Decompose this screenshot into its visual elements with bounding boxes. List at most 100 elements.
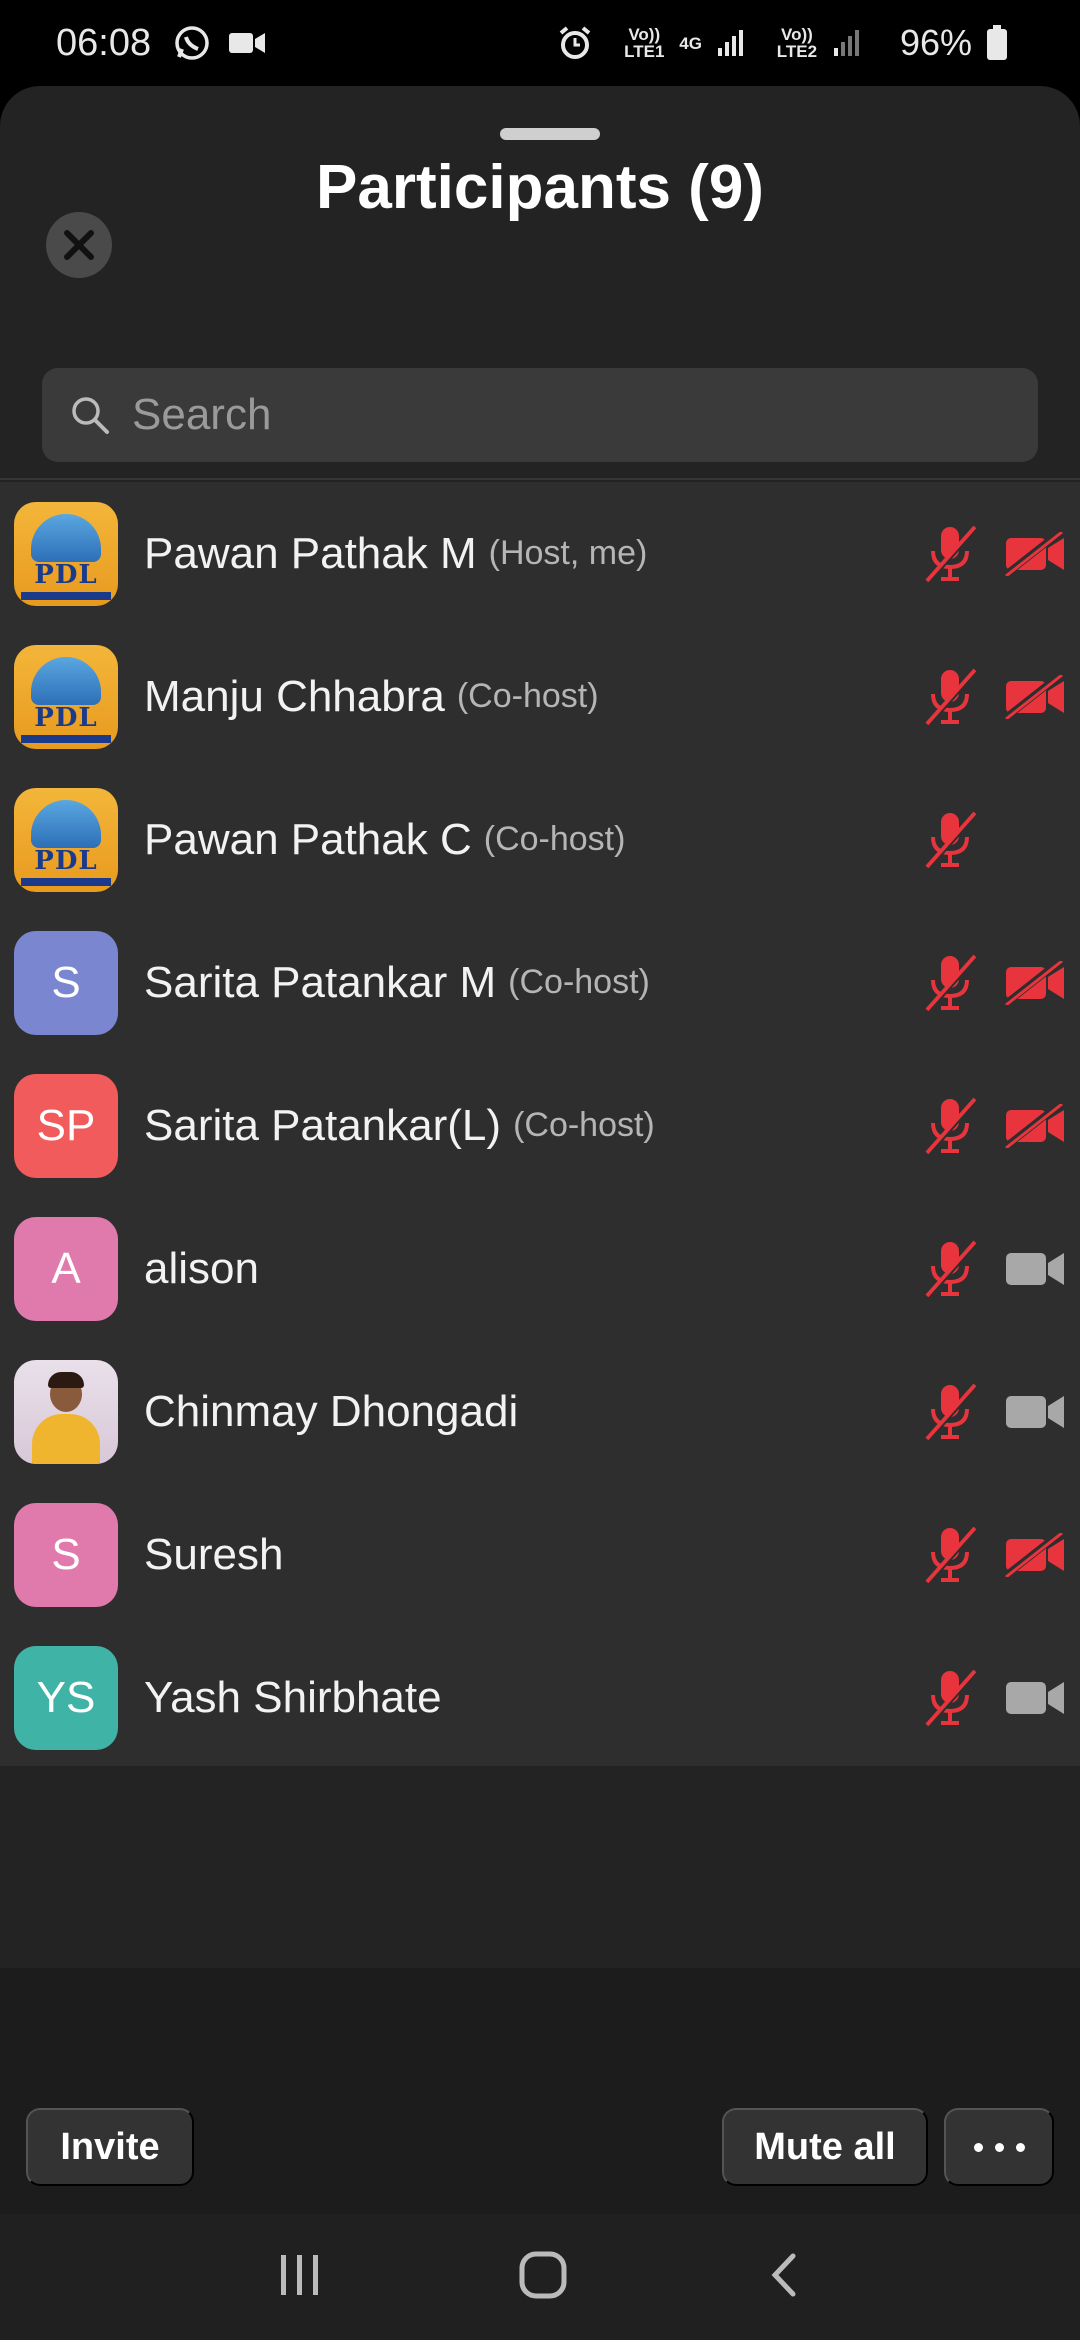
- video-notification-icon: [227, 29, 267, 57]
- participant-name: Pawan Pathak C: [144, 814, 472, 864]
- participant-status-icons: [920, 625, 1066, 768]
- video-icon[interactable]: [1004, 1381, 1066, 1443]
- video-icon[interactable]: [1004, 1667, 1066, 1729]
- logo-text: PDL: [34, 559, 98, 590]
- participant-status-icons: [920, 1483, 1066, 1626]
- video-icon[interactable]: [1004, 1238, 1066, 1300]
- battery-icon: [986, 25, 1008, 61]
- back-icon: [771, 2253, 796, 2296]
- participant-role: (Host, me): [488, 534, 648, 572]
- status-time: 06:08: [56, 21, 152, 64]
- video-off-icon[interactable]: [1004, 1095, 1066, 1157]
- mic-muted-icon[interactable]: [920, 809, 982, 871]
- participant-role: (Co-host): [508, 963, 650, 1001]
- avatar-logo: PDL: [14, 787, 118, 892]
- logo-text: PDL: [34, 702, 98, 733]
- back-button[interactable]: [763, 2250, 803, 2305]
- participant-name: Sarita Patankar(L): [144, 1100, 502, 1150]
- divider: [0, 478, 1080, 480]
- drag-handle[interactable]: [500, 128, 600, 140]
- search-bar[interactable]: [42, 368, 1038, 462]
- participants-sheet: Participants (9) PDL Pawan Pathak M (Host,…: [0, 86, 1080, 2214]
- mic-muted-icon[interactable]: [920, 1667, 982, 1729]
- participant-status-icons: [920, 1340, 1066, 1483]
- whatsapp-icon: [173, 24, 211, 62]
- participant-list: PDL Pawan Pathak M (Host, me) PDL Manju Chh…: [0, 482, 1080, 1766]
- status-right: Vo)) LTE1 4G Vo)) LTE2 96%: [557, 22, 1024, 64]
- search-icon: [72, 397, 109, 434]
- video-off-icon[interactable]: [1004, 523, 1066, 585]
- battery-percent: 96%: [899, 22, 972, 63]
- participant-row[interactable]: PDL Pawan Pathak C (Co-host): [0, 768, 1080, 911]
- search-input[interactable]: [132, 390, 992, 440]
- video-off-icon[interactable]: [1004, 952, 1066, 1014]
- home-button[interactable]: [518, 2250, 568, 2305]
- mic-muted-icon[interactable]: [920, 952, 982, 1014]
- sim2-label: Vo)) LTE2: [776, 25, 818, 61]
- participant-status-icons: [920, 1054, 1066, 1197]
- alarm-icon: [557, 25, 593, 61]
- video-off-icon[interactable]: [1004, 1524, 1066, 1586]
- participant-name: Yash Shirbhate: [144, 1672, 442, 1722]
- participant-name: Suresh: [144, 1529, 284, 1579]
- participant-row[interactable]: PDL Pawan Pathak M (Host, me): [0, 482, 1080, 625]
- mic-muted-icon[interactable]: [920, 1381, 982, 1443]
- signal-icon: [716, 28, 746, 58]
- participant-role: (Co-host): [456, 677, 599, 715]
- avatar-initials: S: [14, 930, 118, 1035]
- signal2-icon: [832, 28, 862, 58]
- participant-status-icons: [920, 768, 1066, 911]
- participant-name: Manju Chhabra: [144, 671, 445, 721]
- participant-row[interactable]: S Suresh: [0, 1483, 1080, 1626]
- close-button[interactable]: [46, 212, 112, 278]
- participant-row[interactable]: SP Sarita Patankar(L) (Co-host): [0, 1054, 1080, 1197]
- home-icon: [519, 2251, 567, 2298]
- participant-name: Pawan Pathak M: [144, 528, 477, 578]
- participant-role: (Co-host): [483, 820, 626, 858]
- avatar-initials: A: [14, 1216, 118, 1321]
- avatar-logo: PDL: [14, 501, 118, 606]
- more-dot-icon: [973, 2142, 983, 2152]
- footer-bar: Invite Mute all: [0, 1968, 1080, 2214]
- avatar-initials: SP: [14, 1073, 118, 1178]
- recent-apps-button[interactable]: [277, 2253, 323, 2302]
- mic-muted-icon[interactable]: [920, 1238, 982, 1300]
- avatar-logo: PDL: [14, 644, 118, 749]
- system-navbar: [0, 2214, 1080, 2340]
- participant-status-icons: [920, 1626, 1066, 1769]
- network-type: 4G: [679, 33, 702, 53]
- participant-row[interactable]: S Sarita Patankar M (Co-host): [0, 911, 1080, 1054]
- more-dot-icon: [1015, 2142, 1025, 2152]
- invite-button[interactable]: Invite: [26, 2108, 194, 2186]
- participant-name: Chinmay Dhongadi: [144, 1386, 519, 1436]
- avatar-initials: YS: [14, 1645, 118, 1750]
- participant-name: alison: [144, 1243, 259, 1293]
- participant-status-icons: [920, 911, 1066, 1054]
- participant-row[interactable]: Chinmay Dhongadi: [0, 1340, 1080, 1483]
- video-off-icon[interactable]: [1004, 666, 1066, 728]
- participant-role: (Co-host): [513, 1106, 655, 1144]
- page-title: Participants (9): [316, 153, 764, 222]
- mic-muted-icon[interactable]: [920, 1095, 982, 1157]
- close-icon: [64, 230, 94, 260]
- participant-status-icons: [920, 1197, 1066, 1340]
- logo-text: PDL: [34, 845, 98, 876]
- participant-name: Sarita Patankar M: [144, 957, 497, 1007]
- more-dot-icon: [994, 2142, 1004, 2152]
- screen: 06:08 Vo)) LTE1 4G Vo)) LTE2 96% Partici…: [0, 0, 1080, 2340]
- avatar-initials: S: [14, 1502, 118, 1607]
- more-options-button[interactable]: [944, 2108, 1054, 2186]
- mic-muted-icon[interactable]: [920, 523, 982, 585]
- recent-apps-icon: [281, 2254, 319, 2295]
- mic-muted-icon[interactable]: [920, 666, 982, 728]
- sim1-label: Vo)) LTE1: [624, 25, 665, 61]
- participant-row[interactable]: Aalison: [0, 1197, 1080, 1340]
- status-bar: 06:08 Vo)) LTE1 4G Vo)) LTE2 96%: [0, 0, 1080, 86]
- video-placeholder: [1004, 809, 1066, 871]
- participant-status-icons: [920, 482, 1066, 625]
- participant-row[interactable]: YS Yash Shirbhate: [0, 1626, 1080, 1769]
- avatar-photo: [14, 1359, 118, 1464]
- mic-muted-icon[interactable]: [920, 1524, 982, 1586]
- participant-row[interactable]: PDL Manju Chhabra (Co-host): [0, 625, 1080, 768]
- mute-all-button[interactable]: Mute all: [722, 2108, 928, 2186]
